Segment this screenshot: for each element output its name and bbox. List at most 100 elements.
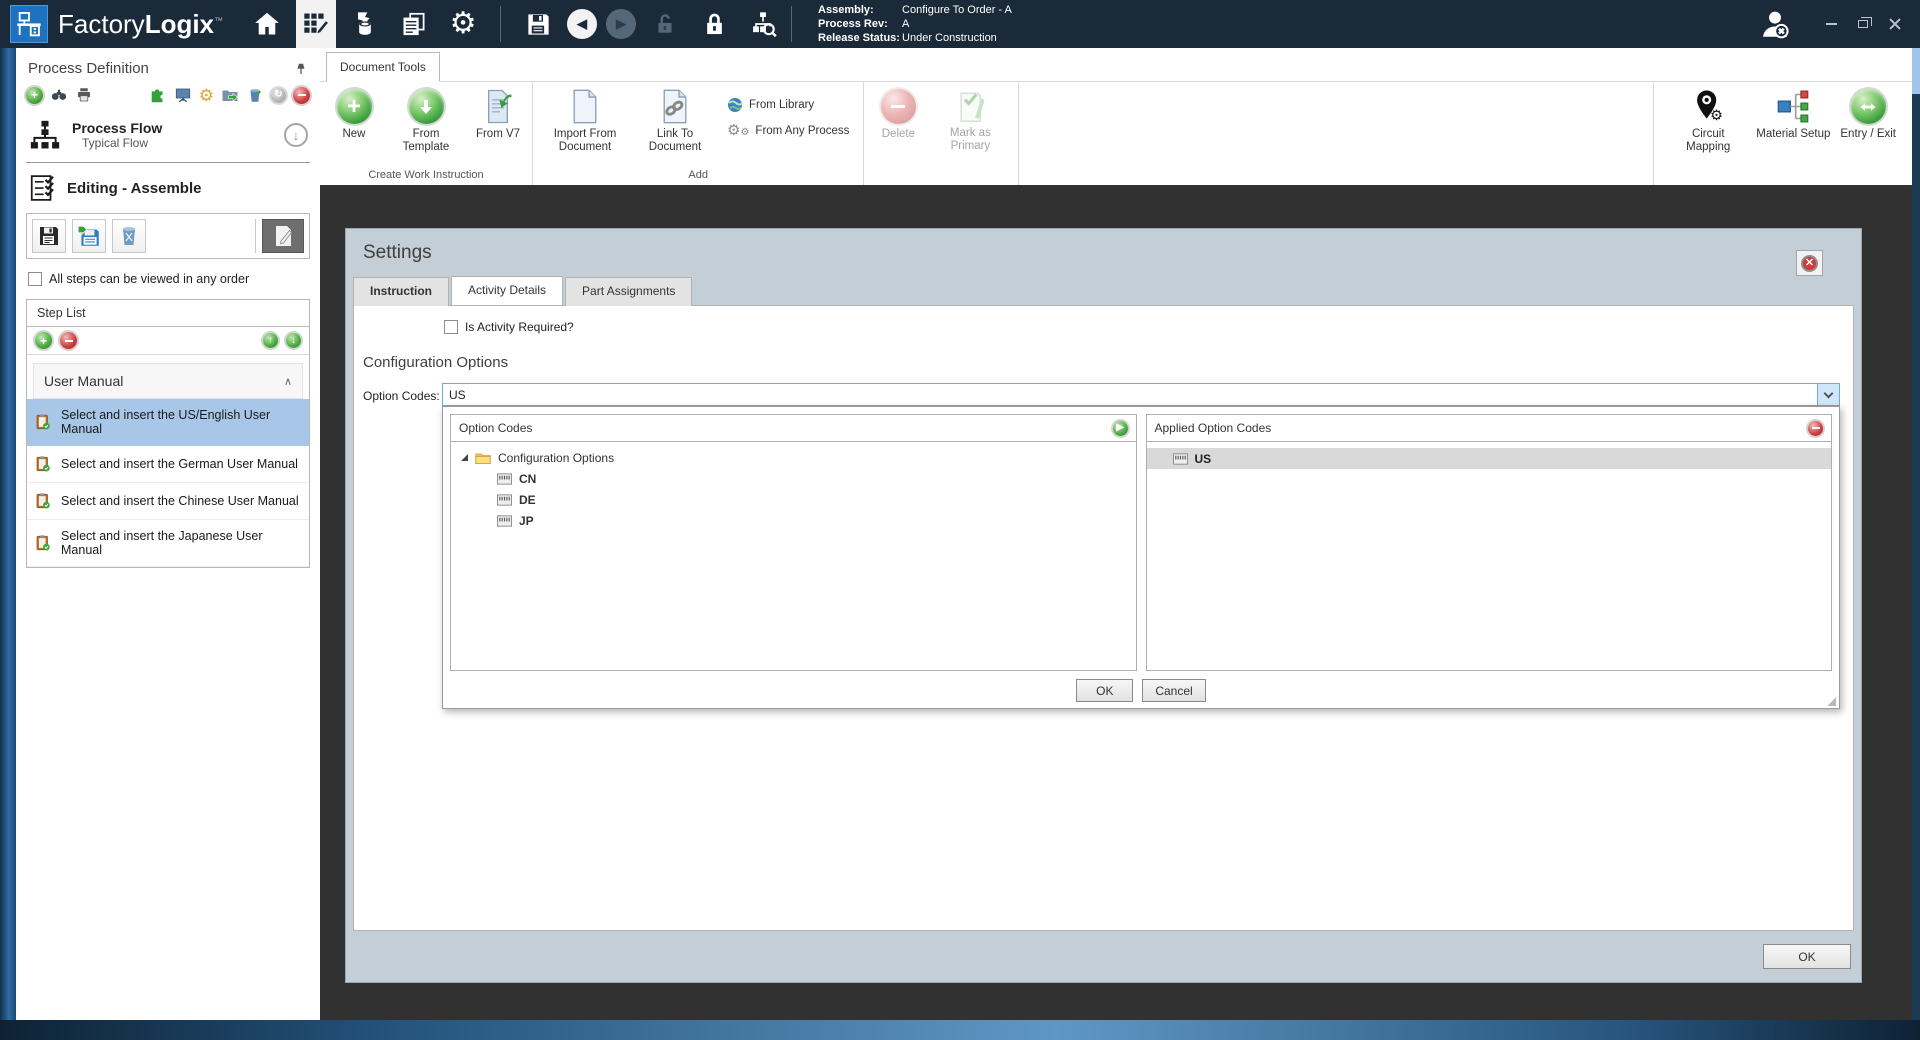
window-scrollbar-thumb[interactable] (1912, 48, 1920, 94)
resize-grip[interactable] (1827, 697, 1836, 706)
process-import-puzzle-button[interactable] (149, 86, 167, 104)
process-definition-icon (302, 10, 330, 38)
user-button[interactable] (1758, 7, 1792, 41)
from-v7-button[interactable]: From V7 (470, 87, 526, 141)
close-button[interactable] (1882, 12, 1908, 36)
print-button[interactable] (75, 86, 93, 104)
tab-part-assignments[interactable]: Part Assignments (565, 277, 692, 306)
group-label-add: Add (535, 167, 861, 185)
tree-item-cn[interactable]: CN (453, 468, 1134, 489)
process-rev-value: A (902, 17, 909, 31)
forward-button[interactable]: ▶ (606, 9, 636, 39)
step-item-3[interactable]: Select and insert the Chinese User Manua… (27, 483, 309, 520)
delete-step-button[interactable] (112, 219, 146, 253)
refresh-button-disabled[interactable]: ↻ (271, 88, 286, 103)
picker-ok-button[interactable]: OK (1076, 679, 1133, 702)
process-flow-expand-button[interactable]: ↓ (284, 123, 308, 147)
restore-button[interactable] (1850, 12, 1876, 36)
close-x-icon: ✕ (1801, 255, 1818, 272)
group-create-work-instruction: + New From Template (320, 82, 533, 185)
editing-header-row: Editing - Assemble (16, 163, 320, 213)
entry-exit-button[interactable]: Entry / Exit (1836, 87, 1900, 141)
window-scrollbar-track[interactable] (1912, 48, 1920, 1020)
home-button[interactable] (247, 0, 287, 48)
option-codes-combobox[interactable]: US (442, 383, 1840, 406)
circuit-mapping-button[interactable]: ⚙ Circuit Mapping (1666, 87, 1750, 154)
is-activity-required-checkbox[interactable] (444, 320, 458, 334)
tab-instruction[interactable]: Instruction (353, 277, 449, 306)
activity-details-tab-content: Is Activity Required? Configuration Opti… (353, 305, 1854, 931)
audit-search-icon (749, 10, 777, 38)
presentation-button[interactable] (174, 86, 192, 104)
main-nav: ⚙ ◀ ▶ (247, 0, 783, 48)
circuit-mapping-icon: ⚙ (1692, 89, 1724, 124)
folder-icon (475, 451, 491, 465)
from-any-process-button[interactable]: ⚙⚙ From Any Process (727, 123, 849, 138)
tab-activity-details[interactable]: Activity Details (451, 276, 563, 305)
reports-icon (400, 10, 428, 38)
reports-nav-button[interactable] (394, 0, 434, 48)
available-codes-header: Option Codes (459, 421, 532, 435)
add-step-button[interactable]: + (35, 332, 52, 349)
remove-step-button[interactable] (60, 332, 77, 349)
link-to-document-button[interactable]: Link To Document (633, 87, 717, 154)
process-definition-nav-button[interactable] (296, 0, 336, 48)
unlock-button[interactable] (645, 0, 685, 48)
import-from-document-button[interactable]: Import From Document (539, 87, 631, 154)
back-button[interactable]: ◀ (567, 9, 597, 39)
process-flow-row[interactable]: Process Flow Typical Flow ↓ (16, 112, 320, 162)
mark-as-primary-button[interactable]: Mark as Primary (928, 87, 1012, 153)
step-group-header[interactable]: User Manual ∧ (33, 363, 303, 399)
editing-header: Editing - Assemble (67, 180, 201, 197)
titlebar-divider-2 (791, 6, 792, 42)
settings-nav-button[interactable]: ⚙ (443, 0, 483, 48)
save-icon (525, 11, 552, 38)
step-item-1[interactable]: Select and insert the US/English User Ma… (27, 399, 309, 446)
from-template-button[interactable]: From Template (384, 87, 468, 154)
document-tools-ribbon: Document Tools + New From Template (320, 48, 1912, 185)
process-rev-label: Process Rev: (818, 17, 902, 31)
tree-expander-icon[interactable] (461, 454, 468, 461)
edit-instruction-button[interactable] (262, 219, 304, 253)
save-as-button[interactable] (72, 219, 106, 253)
find-binoculars-button[interactable] (50, 86, 68, 104)
any-order-checkbox[interactable] (28, 272, 42, 286)
chevron-down-icon (1824, 388, 1834, 398)
from-library-button[interactable]: From Library (727, 97, 849, 113)
tree-item-de[interactable]: DE (453, 489, 1134, 510)
add-process-button[interactable]: + (26, 87, 43, 104)
combobox-dropdown-button[interactable] (1817, 384, 1839, 405)
tree-root-row[interactable]: Configuration Options (453, 447, 1134, 468)
automation-gear-button[interactable]: ⚙ (199, 87, 214, 104)
step-item-2[interactable]: Select and insert the German User Manual (27, 446, 309, 483)
move-step-up-button[interactable]: ↑ (263, 333, 278, 348)
remove-process-button[interactable] (293, 87, 310, 104)
applied-item-us[interactable]: US (1147, 448, 1832, 469)
delete-button[interactable]: Delete (870, 87, 926, 141)
minimize-button[interactable] (1818, 12, 1844, 36)
save-step-button[interactable] (32, 219, 66, 253)
material-setup-button[interactable]: Material Setup (1752, 87, 1834, 141)
picker-cancel-button[interactable]: Cancel (1142, 679, 1205, 702)
step-item-4[interactable]: Select and insert the Japanese User Manu… (27, 520, 309, 567)
save-button[interactable] (518, 0, 558, 48)
barcode-icon (497, 473, 512, 485)
dialog-close-button[interactable]: ✕ (1796, 250, 1823, 276)
move-step-down-button[interactable]: ↓ (286, 333, 301, 348)
tab-document-tools[interactable]: Document Tools (326, 52, 440, 82)
data-nav-button[interactable] (345, 0, 385, 48)
tree-item-jp[interactable]: JP (453, 510, 1134, 531)
group-right-tools: ⚙ Circuit Mapping (1653, 82, 1912, 185)
lock-button[interactable] (694, 0, 734, 48)
new-plus-icon: + (337, 89, 372, 124)
new-button[interactable]: + New (326, 87, 382, 141)
dialog-ok-button[interactable]: OK (1763, 944, 1851, 969)
assembly-value: Configure To Order - A (902, 3, 1012, 17)
apply-code-button[interactable]: ▶ (1113, 421, 1128, 436)
group-label-create: Create Work Instruction (322, 167, 530, 185)
pin-icon[interactable] (294, 62, 308, 76)
export-folder-button[interactable] (221, 86, 239, 104)
remove-code-button[interactable] (1808, 421, 1823, 436)
archive-trash-button[interactable] (246, 86, 264, 104)
audit-search-button[interactable] (743, 0, 783, 48)
